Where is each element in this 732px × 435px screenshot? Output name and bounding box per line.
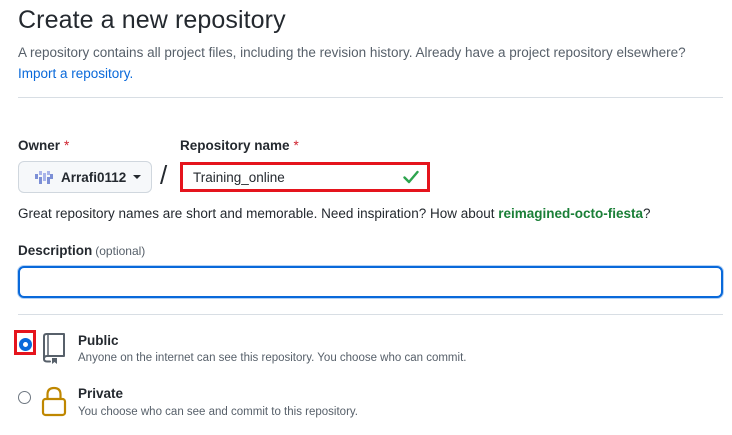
owner-label-text: Owner xyxy=(18,138,61,153)
owner-dropdown[interactable]: Arrafi0112 xyxy=(18,161,152,193)
repo-name-field-highlight xyxy=(180,162,430,192)
lock-icon xyxy=(41,386,67,417)
owner-repo-separator: / xyxy=(160,160,168,190)
description-divider xyxy=(18,314,723,315)
private-option-title: Private xyxy=(78,386,124,401)
chevron-down-icon xyxy=(133,175,142,179)
hint-suffix: ? xyxy=(643,206,651,221)
subtitle-text: A repository contains all project files,… xyxy=(18,45,686,60)
repo-name-required-mark: * xyxy=(293,138,299,153)
check-icon xyxy=(403,170,419,184)
repo-name-hint: Great repository names are short and mem… xyxy=(18,206,651,221)
identicon-icon xyxy=(35,171,53,184)
private-radio[interactable] xyxy=(18,391,31,404)
import-repository-link[interactable]: Import a repository. xyxy=(18,66,133,81)
owner-name: Arrafi0112 xyxy=(61,169,127,185)
description-label: Description (optional) xyxy=(18,243,145,258)
repo-name-input[interactable] xyxy=(183,165,427,189)
repo-icon xyxy=(43,333,65,364)
description-label-text: Description xyxy=(18,243,93,258)
private-option-description: You choose who can see and commit to thi… xyxy=(78,406,358,418)
header-divider xyxy=(18,97,723,98)
description-input[interactable] xyxy=(18,266,723,298)
description-optional-text: (optional) xyxy=(95,244,146,258)
hint-text: Great repository names are short and mem… xyxy=(18,206,499,221)
repo-name-label: Repository name * xyxy=(180,138,299,153)
public-option-description: Anyone on the internet can see this repo… xyxy=(78,352,467,364)
public-radio[interactable] xyxy=(19,338,32,351)
page-title: Create a new repository xyxy=(18,6,286,34)
suggested-name-link[interactable]: reimagined-octo-fiesta xyxy=(498,206,643,221)
public-option-title: Public xyxy=(78,333,119,348)
owner-label: Owner * xyxy=(18,138,69,153)
owner-required-mark: * xyxy=(64,138,70,153)
repo-name-label-text: Repository name xyxy=(180,138,290,153)
page-subtitle: A repository contains all project files,… xyxy=(18,42,718,84)
create-repository-page: Create a new repository A repository con… xyxy=(0,0,732,435)
